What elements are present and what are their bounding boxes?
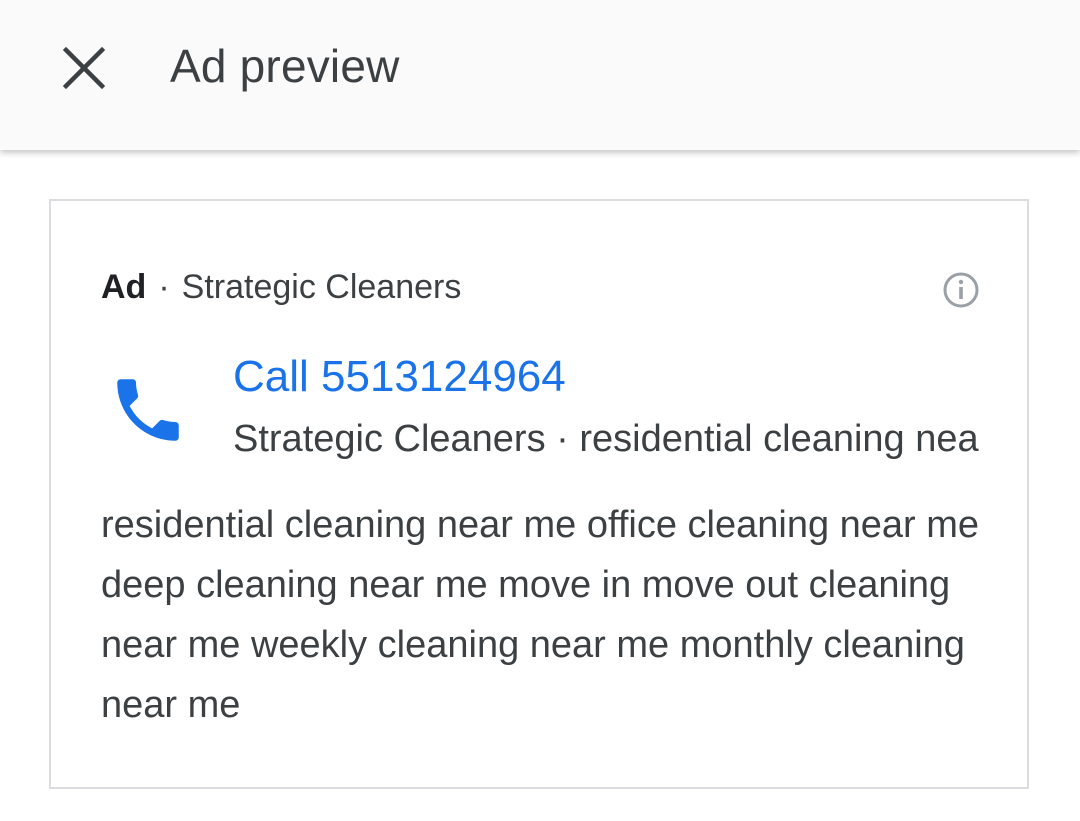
ad-label: Ad bbox=[101, 268, 147, 306]
close-icon bbox=[62, 46, 106, 90]
page-title: Ad preview bbox=[170, 40, 400, 92]
ad-attribution-line: Ad · Strategic Cleaners bbox=[101, 267, 461, 307]
ad-card: Ad · Strategic Cleaners Call 5513124964 St… bbox=[49, 199, 1029, 789]
call-link[interactable]: Call 5513124964 bbox=[233, 349, 566, 405]
info-button[interactable] bbox=[942, 271, 980, 309]
top-app-bar: Ad preview bbox=[0, 0, 1080, 150]
phone-icon bbox=[117, 379, 179, 441]
ad-description: residential cleaning near me office clea… bbox=[101, 504, 980, 726]
call-subline: Strategic Cleaners · residential cleanin… bbox=[233, 418, 981, 460]
ad-separator: · bbox=[158, 268, 170, 306]
info-icon bbox=[943, 272, 979, 308]
ad-preview-screen: Ad preview Ad · Strategic Cleaners Call 55… bbox=[0, 0, 1080, 821]
close-button[interactable] bbox=[50, 34, 118, 102]
advertiser-name: Strategic Cleaners bbox=[181, 268, 462, 306]
